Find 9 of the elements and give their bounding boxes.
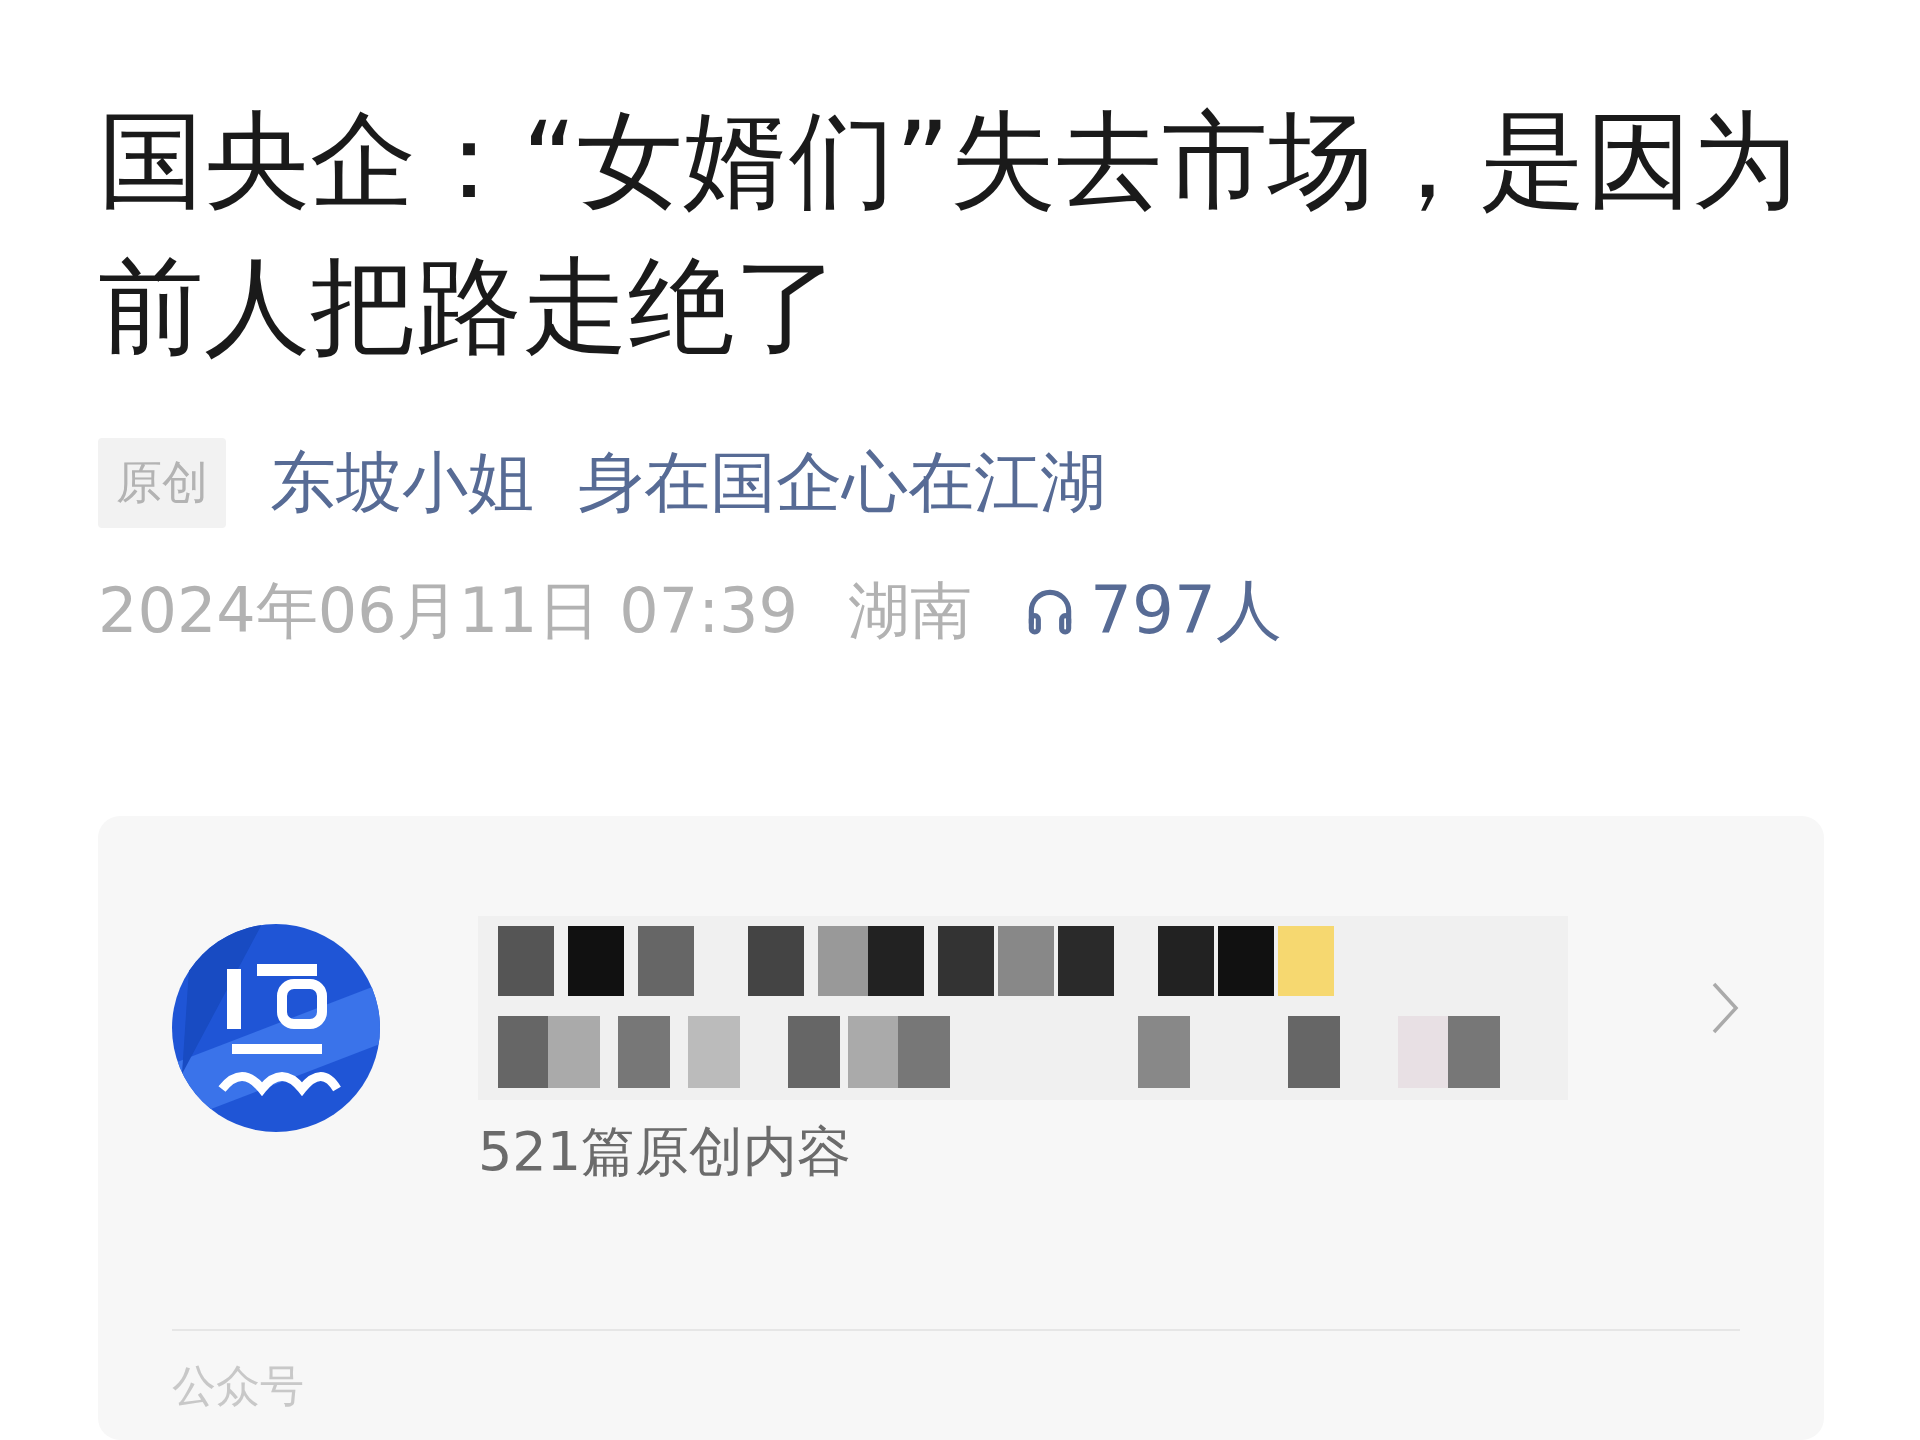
location: 湖南 — [847, 573, 972, 649]
listener-count: 797人 — [1089, 571, 1282, 651]
author-link[interactable]: 东坡小姐 — [270, 438, 534, 528]
article-title: 国央企：“女婿们”失去市场，是因为前人把路走绝了 — [98, 98, 1798, 370]
article-count: 521篇原创内容 — [478, 1119, 853, 1185]
publish-date: 2024年06月11日 07:39 — [98, 573, 798, 649]
account-link[interactable]: 身在国企心在江湖 — [578, 438, 1106, 528]
original-tag: 原创 — [98, 438, 226, 528]
chevron-right-icon — [1710, 980, 1740, 1036]
